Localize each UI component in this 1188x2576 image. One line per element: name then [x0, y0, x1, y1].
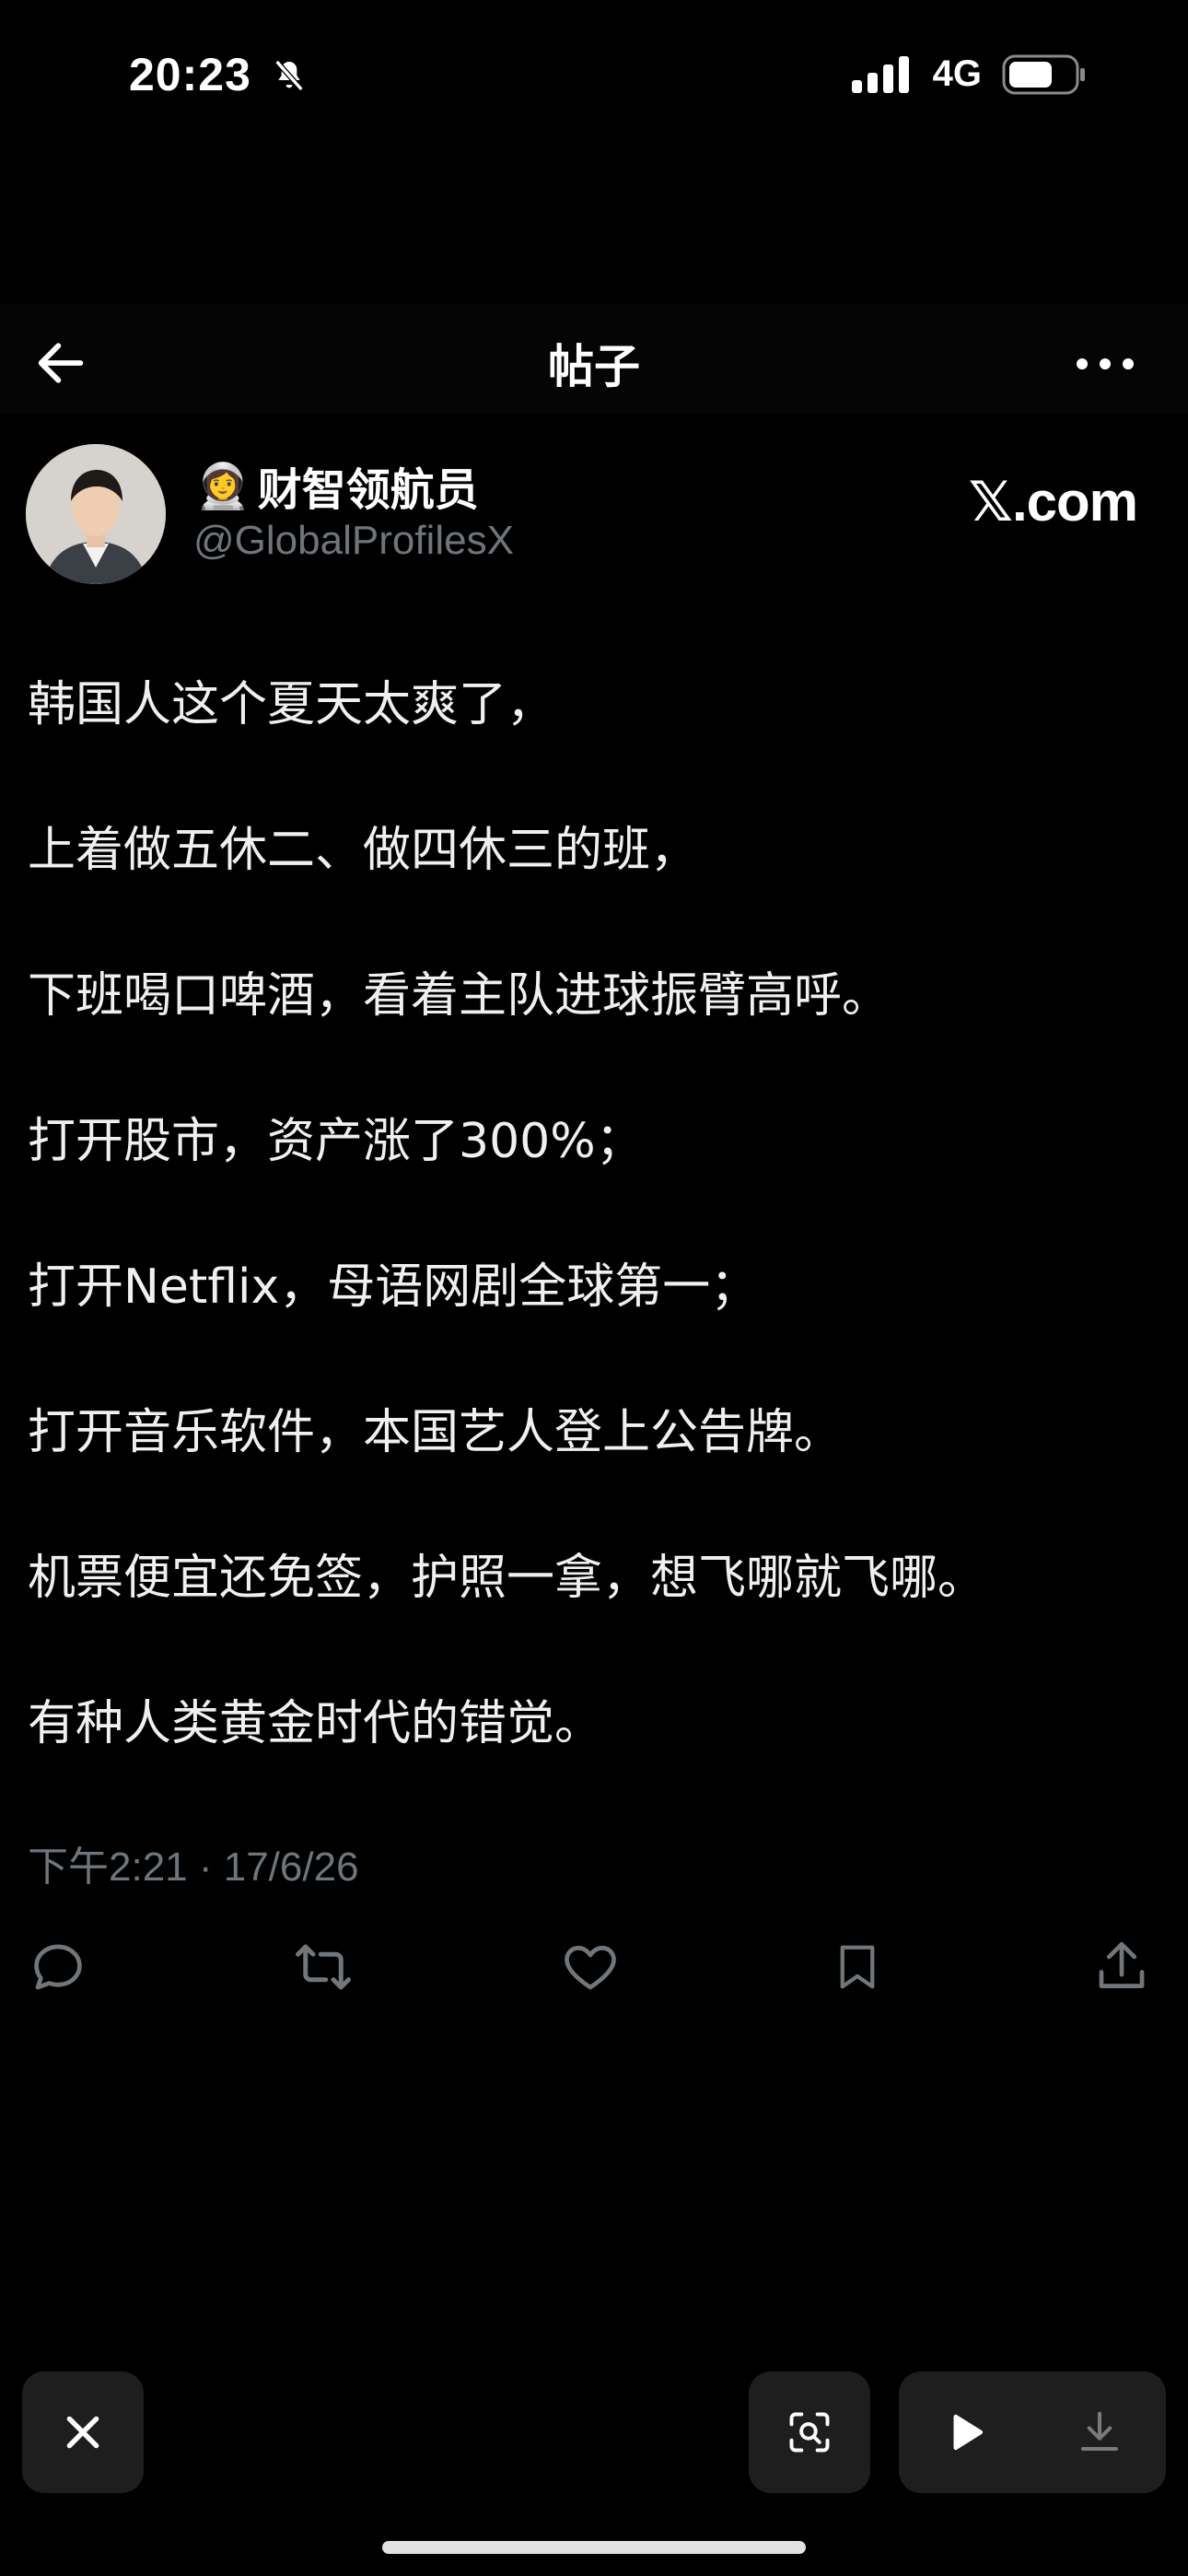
post-line: 下班喝口啤酒，看着主队进球振臂高呼。 — [28, 968, 891, 1024]
scan-button[interactable] — [749, 2371, 870, 2493]
share-button[interactable] — [1089, 1935, 1154, 1999]
share-icon — [1099, 1941, 1145, 1988]
bookmark-button[interactable] — [825, 1935, 890, 1999]
author-name: 财智领航员 — [257, 464, 479, 516]
like-button[interactable] — [558, 1935, 623, 1999]
post-line: 打开音乐软件，本国艺人登上公告牌。 — [28, 1405, 843, 1460]
avatar[interactable] — [26, 444, 166, 584]
post-timestamp: 下午2:21 · 17/6/26 — [28, 1844, 359, 1890]
status-time: 20:23 — [129, 48, 308, 101]
download-button[interactable] — [1075, 2407, 1124, 2457]
avatar-portrait-icon — [26, 444, 166, 584]
media-controls — [899, 2371, 1166, 2493]
x-brand-watermark: 𝕏.com — [968, 471, 1138, 533]
signal-icon — [851, 55, 909, 93]
reply-icon — [34, 1944, 82, 1990]
page-title: 帖子 — [548, 340, 640, 393]
post-line: 机票便宜还免签，护照一拿，想飞哪就飞哪。 — [28, 1551, 986, 1606]
home-indicator[interactable] — [382, 2541, 806, 2554]
post-line: 上着做五休二、做四休三的班， — [28, 823, 699, 878]
scan-icon — [789, 2412, 830, 2453]
author-handle[interactable]: @GlobalProfilesX — [193, 518, 514, 564]
post-line: 打开股市，资产涨了300%； — [28, 1114, 644, 1169]
post-line: 打开Netflix，母语网剧全球第一； — [28, 1259, 759, 1315]
bookmark-icon — [840, 1945, 875, 1989]
heart-icon — [565, 1946, 616, 1990]
network-type: 4G — [932, 53, 982, 94]
close-button[interactable] — [22, 2371, 144, 2493]
display-name[interactable]: 👩‍🚀 财智领航员 — [195, 453, 479, 518]
bell-muted-icon — [274, 60, 304, 91]
repost-icon — [296, 1944, 351, 1990]
status-indicators: 4G — [851, 53, 1087, 95]
post-line: 有种人类黄金时代的错觉。 — [28, 1696, 603, 1751]
more-horizontal-icon — [1077, 358, 1134, 369]
repost-button[interactable] — [291, 1935, 355, 1999]
astronaut-emoji: 👩‍🚀 — [195, 460, 250, 512]
reply-button[interactable] — [26, 1935, 90, 1999]
more-button[interactable] — [1073, 341, 1137, 387]
battery-icon — [1002, 54, 1085, 94]
play-icon — [952, 2414, 983, 2451]
close-icon — [66, 2416, 99, 2449]
play-button[interactable] — [941, 2407, 991, 2457]
post-line: 韩国人这个夏天太爽了， — [28, 677, 555, 732]
download-icon — [1080, 2411, 1118, 2452]
